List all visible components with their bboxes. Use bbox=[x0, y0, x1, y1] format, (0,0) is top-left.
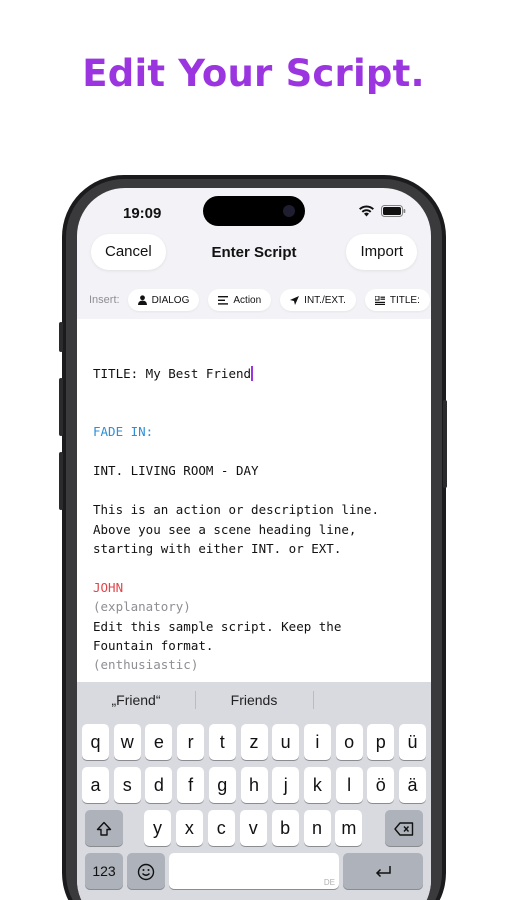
location-arrow-icon bbox=[290, 295, 300, 305]
letter-key[interactable]: j bbox=[272, 767, 300, 803]
language-badge: DE bbox=[323, 878, 335, 887]
backspace-icon bbox=[394, 822, 414, 836]
letter-key[interactable]: e bbox=[145, 724, 173, 760]
suggestion-item[interactable]: „Friend“ bbox=[77, 682, 195, 718]
letter-key[interactable]: i bbox=[303, 724, 331, 760]
insert-int-ext-button[interactable]: INT./EXT. bbox=[280, 289, 356, 311]
letter-key[interactable]: n bbox=[303, 810, 331, 846]
letter-key[interactable]: m bbox=[335, 810, 363, 846]
letter-key[interactable]: o bbox=[335, 724, 363, 760]
dynamic-island bbox=[203, 196, 305, 226]
headline: Edit Your Script. bbox=[82, 52, 425, 95]
letter-key[interactable]: t bbox=[208, 724, 236, 760]
letter-key[interactable]: v bbox=[239, 810, 267, 846]
phone-side-button bbox=[59, 378, 63, 436]
shift-key[interactable] bbox=[85, 810, 123, 846]
suggestion-item[interactable]: Friends bbox=[195, 682, 313, 718]
emoji-icon bbox=[137, 863, 155, 881]
insert-label: Insert: bbox=[89, 294, 120, 306]
script-action-line: Above you see a scene heading line, bbox=[93, 522, 357, 537]
letter-key[interactable]: k bbox=[303, 767, 331, 803]
return-key[interactable] bbox=[343, 853, 423, 889]
space-key[interactable]: DE bbox=[169, 853, 339, 889]
letter-key[interactable]: x bbox=[175, 810, 203, 846]
letter-key[interactable]: r bbox=[177, 724, 205, 760]
insert-title-button[interactable]: TITLE: bbox=[364, 289, 430, 311]
script-action-line: starting with either INT. or EXT. bbox=[93, 541, 342, 556]
status-icons bbox=[358, 205, 406, 217]
script-editor[interactable]: TITLE: My Best Friend FADE IN: INT. LIVI… bbox=[77, 319, 431, 719]
delete-key[interactable] bbox=[385, 810, 423, 846]
letter-key[interactable]: f bbox=[177, 767, 205, 803]
text-cursor bbox=[251, 366, 254, 381]
letter-key[interactable]: c bbox=[207, 810, 235, 846]
phone-side-button bbox=[443, 400, 447, 488]
letter-key[interactable]: a bbox=[82, 767, 109, 803]
insert-dialog-button[interactable]: DIALOG bbox=[127, 289, 200, 311]
script-parenthetical-line: (enthusiastic) bbox=[93, 657, 199, 672]
letter-key[interactable]: g bbox=[208, 767, 236, 803]
chip-label: Action bbox=[233, 294, 262, 306]
phone-side-button bbox=[59, 322, 63, 352]
battery-icon bbox=[381, 205, 406, 217]
letter-key[interactable]: ö bbox=[367, 767, 395, 803]
title-icon bbox=[374, 295, 385, 305]
keyboard: „Friend“ Friends qwertzuiopü asdfghjklöä… bbox=[77, 682, 431, 900]
letter-key[interactable]: l bbox=[335, 767, 363, 803]
script-action-line: This is an action or description line. bbox=[93, 502, 379, 517]
letter-key[interactable]: b bbox=[271, 810, 299, 846]
letter-key[interactable]: w bbox=[113, 724, 141, 760]
shift-icon bbox=[96, 821, 112, 836]
phone-side-button bbox=[59, 452, 63, 510]
letter-key[interactable]: z bbox=[240, 724, 268, 760]
script-dialog-line: Edit this sample script. Keep the bbox=[93, 619, 342, 634]
letter-key[interactable]: u bbox=[272, 724, 300, 760]
script-transition-line: FADE IN: bbox=[93, 424, 154, 439]
return-icon bbox=[375, 866, 391, 878]
chip-label: DIALOG bbox=[151, 294, 190, 306]
script-dialog-line: Fountain format. bbox=[93, 638, 214, 653]
chip-label: TITLE: bbox=[389, 294, 420, 306]
numbers-key[interactable]: 123 bbox=[85, 853, 123, 889]
import-button[interactable]: Import bbox=[346, 234, 417, 270]
letter-key[interactable]: h bbox=[240, 767, 268, 803]
insert-action-button[interactable]: Action bbox=[208, 289, 272, 311]
letter-key[interactable]: y bbox=[144, 810, 171, 846]
script-title-line: TITLE: My Best Friend bbox=[93, 366, 254, 381]
status-time: 19:09 bbox=[123, 205, 162, 222]
letter-key[interactable]: d bbox=[145, 767, 173, 803]
letter-key[interactable]: p bbox=[367, 724, 395, 760]
emoji-key[interactable] bbox=[127, 853, 165, 889]
script-character-line: JOHN bbox=[93, 580, 124, 595]
insert-toolbar: Insert: DIALOG Action INT./EXT. TITLE: bbox=[77, 287, 431, 313]
letter-key[interactable]: ü bbox=[399, 724, 426, 760]
letter-key[interactable]: ä bbox=[399, 767, 426, 803]
person-icon bbox=[137, 295, 147, 305]
script-parenthetical-line: (explanatory) bbox=[93, 599, 191, 614]
text-lines-icon bbox=[218, 295, 229, 305]
script-scene-heading: INT. LIVING ROOM - DAY bbox=[93, 463, 259, 478]
chip-label: INT./EXT. bbox=[304, 294, 346, 306]
letter-key[interactable]: q bbox=[82, 724, 109, 760]
wifi-icon bbox=[359, 205, 374, 217]
letter-key[interactable]: s bbox=[113, 767, 141, 803]
phone-screen: 19:09 Cancel Enter Script Import Insert:… bbox=[77, 188, 431, 900]
